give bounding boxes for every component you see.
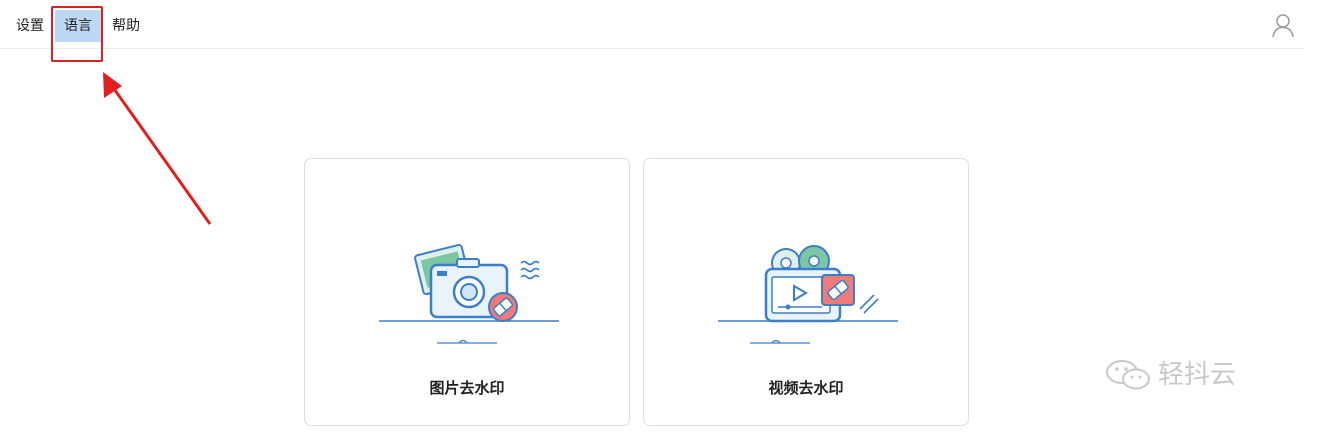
user-icon[interactable] xyxy=(1270,12,1296,38)
watermark: 轻抖云 xyxy=(1104,358,1236,392)
video-watermark-label: 视频去水印 xyxy=(768,379,844,397)
menu-item-settings[interactable]: 设置 xyxy=(16,10,44,42)
menu-item-help[interactable]: 帮助 xyxy=(112,10,140,42)
video-eraser-icon xyxy=(718,245,898,344)
watermark-text: 轻抖云 xyxy=(1158,360,1237,390)
video-watermark-card[interactable]: 视频去水印 xyxy=(643,158,969,426)
image-watermark-card[interactable]: 图片去水印 xyxy=(304,158,630,426)
menu-item-language[interactable]: 语言 xyxy=(55,10,101,42)
image-watermark-label: 图片去水印 xyxy=(429,379,505,397)
wechat-icon xyxy=(1106,360,1150,390)
menu-bar: 设置 语言 帮助 xyxy=(0,0,1304,49)
camera-eraser-icon xyxy=(379,243,559,344)
